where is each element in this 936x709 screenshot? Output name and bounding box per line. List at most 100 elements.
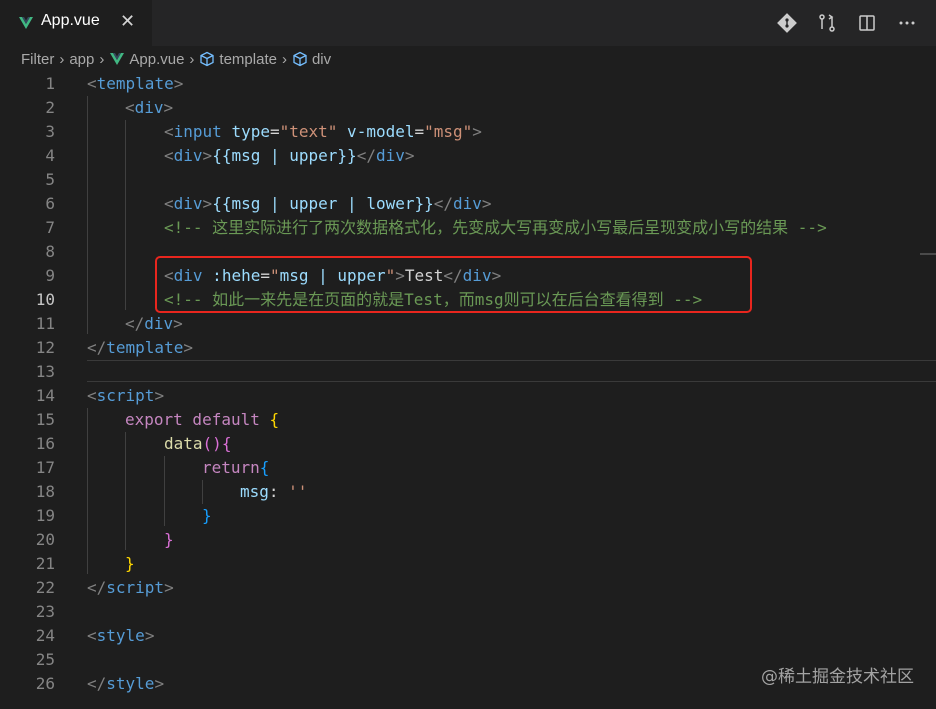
token: } — [164, 530, 174, 549]
token: > — [163, 98, 174, 117]
line-number: 1 — [45, 74, 55, 93]
token: < — [164, 194, 174, 213]
source-control-icon[interactable] — [776, 12, 798, 34]
breadcrumb-item-template[interactable]: template — [199, 51, 277, 68]
breadcrumb-item-filter[interactable]: Filter — [21, 51, 54, 68]
token: msg — [240, 482, 269, 501]
code-line: 7 <!-- 这里实际进行了两次数据格式化，先变成大写再变成小写最后呈现变成小写的… — [0, 216, 936, 240]
token: < — [164, 146, 174, 165]
code-line: 24 <style> — [0, 624, 936, 648]
line-number: 8 — [45, 242, 55, 261]
chevron-right-icon: › — [99, 50, 105, 68]
code-line: 17 return{ — [0, 456, 936, 480]
line-number: 14 — [35, 386, 55, 405]
line-number: 23 — [35, 602, 55, 621]
split-editor-icon[interactable] — [856, 12, 878, 34]
line-number: 11 — [35, 314, 55, 333]
token: > — [173, 74, 184, 93]
compare-changes-icon[interactable] — [816, 12, 838, 34]
breadcrumb-item-app-vue[interactable]: App.vue — [109, 51, 184, 68]
token: div — [144, 314, 174, 333]
token: < — [164, 122, 174, 141]
tab-label: App.vue — [41, 12, 100, 29]
token: { — [269, 410, 280, 429]
code-line: 6 <div>{{msg | upper | lower}}</div> — [0, 192, 936, 216]
editor-actions — [776, 12, 918, 34]
tab-app-vue[interactable]: App.vue ✕ — [0, 0, 152, 46]
line-number: 19 — [35, 506, 55, 525]
token: > — [173, 314, 183, 333]
line-number: 2 — [45, 98, 55, 117]
code-line: 3 <input type="text" v-model="msg"> — [0, 120, 936, 144]
code-line: 13 — [0, 360, 936, 384]
token: script — [106, 578, 165, 597]
code-line: 18 msg: '' — [0, 480, 936, 504]
token: > — [144, 626, 155, 645]
token: data — [164, 434, 203, 453]
code-line: 16 data(){ — [0, 432, 936, 456]
scrollbar-marker[interactable] — [920, 253, 936, 255]
code-editor[interactable]: 1 <template> 2 <div> 3 <input type="text" v… — [0, 72, 936, 709]
token: > — [404, 146, 415, 165]
token: div — [375, 146, 405, 165]
code-line: 5 — [0, 168, 936, 192]
line-number: 22 — [35, 578, 55, 597]
token: < — [87, 386, 97, 405]
code-line: 4 <div>{{msg | upper}}</div> — [0, 144, 936, 168]
token: {{msg | upper}} — [212, 146, 357, 165]
token: div — [134, 98, 164, 117]
annotation-highlight-box — [155, 256, 752, 313]
vue-logo-icon — [19, 17, 33, 29]
token: > — [481, 194, 492, 213]
token: ) — [212, 434, 222, 453]
code-line: 2 <div> — [0, 96, 936, 120]
code-line: 22 </script> — [0, 576, 936, 600]
token: > — [164, 578, 174, 597]
token: style — [96, 626, 145, 645]
code-line: 12 </template> — [0, 336, 936, 360]
line-number: 3 — [45, 122, 55, 141]
code-line: 1 <template> — [0, 72, 936, 96]
breadcrumb-label: app — [69, 50, 95, 68]
token: input — [173, 122, 222, 141]
breadcrumb-label: Filter — [21, 50, 55, 68]
code-line: 15 export default { — [0, 408, 936, 432]
cube-icon — [293, 51, 307, 67]
close-icon[interactable]: ✕ — [120, 11, 135, 32]
token: } — [125, 554, 135, 573]
line-number: 6 — [45, 194, 55, 213]
token: return — [202, 458, 260, 477]
breadcrumb-item-div[interactable]: div — [292, 51, 331, 68]
token: > — [154, 674, 165, 693]
token: type — [221, 122, 270, 141]
line-number: 25 — [35, 650, 55, 669]
token: </ — [87, 578, 107, 597]
token: '' — [288, 482, 308, 501]
token: < — [87, 74, 97, 93]
line-number: 13 — [35, 362, 55, 381]
token: div — [453, 194, 482, 213]
token: div — [173, 194, 203, 213]
token: } — [202, 506, 212, 525]
token: "text" — [279, 122, 338, 141]
token: template — [96, 74, 174, 93]
line-number: 9 — [45, 266, 55, 285]
token: style — [106, 674, 155, 693]
token: </ — [433, 194, 454, 213]
token: > — [154, 386, 165, 405]
token: > — [202, 194, 213, 213]
token: </ — [87, 338, 107, 357]
line-number: 10 — [35, 290, 55, 309]
more-actions-icon[interactable] — [896, 12, 918, 34]
breadcrumb: Filter › app › App.vue › template › div — [0, 46, 936, 72]
line-number: 15 — [35, 410, 55, 429]
code-line: 23 — [0, 600, 936, 624]
breadcrumb-item-app[interactable]: app — [69, 51, 94, 68]
token: </ — [356, 146, 376, 165]
token: export — [125, 410, 183, 429]
chevron-right-icon: › — [189, 50, 195, 68]
token: > — [183, 338, 193, 357]
token: : — [268, 482, 289, 501]
token: > — [472, 122, 482, 141]
